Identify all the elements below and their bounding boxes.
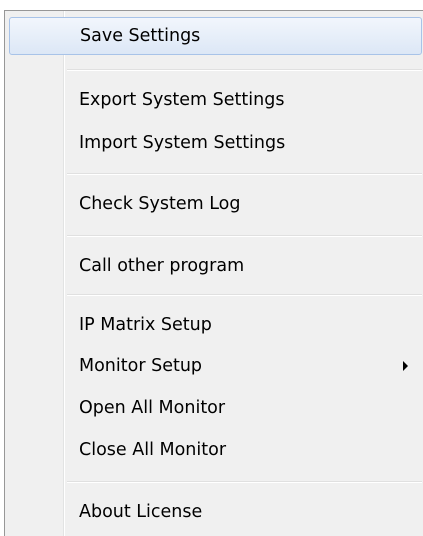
menu-item-export-system-settings[interactable]: Export System Settings (9, 81, 422, 119)
menu-item-label: About License (79, 502, 203, 522)
menu-item-label: Monitor Setup (79, 356, 203, 376)
menu-item-import-system-settings[interactable]: Import System Settings (9, 124, 422, 162)
menu-item-label: Export System Settings (79, 90, 285, 110)
menu-item-ip-matrix-setup[interactable]: IP Matrix Setup (9, 306, 422, 344)
menu-separator (67, 69, 422, 71)
menu-separator (67, 235, 422, 237)
menu-item-label: Check System Log (79, 194, 241, 214)
context-menu: Save Settings Export System Settings Imp… (4, 10, 423, 536)
menu-separator (67, 294, 422, 296)
menu-item-label: Save Settings (80, 26, 201, 46)
menu-item-call-other-program[interactable]: Call other program (9, 247, 422, 285)
menu-item-open-all-monitor[interactable]: Open All Monitor (9, 389, 422, 427)
menu-item-monitor-setup[interactable]: Monitor Setup (9, 347, 422, 385)
menu-item-label: IP Matrix Setup (79, 315, 212, 335)
menu-item-save-settings[interactable]: Save Settings (9, 17, 422, 55)
menu-item-label: Open All Monitor (79, 398, 226, 418)
menu-item-check-system-log[interactable]: Check System Log (9, 185, 422, 223)
menu-item-about-license[interactable]: About License (9, 493, 422, 531)
menu-item-close-all-monitor[interactable]: Close All Monitor (9, 431, 422, 469)
menu-item-label: Import System Settings (79, 133, 286, 153)
menu-item-label: Close All Monitor (79, 440, 227, 460)
menu-separator (67, 481, 422, 483)
submenu-arrow-icon (403, 361, 408, 371)
menu-item-label: Call other program (79, 256, 245, 276)
menu-separator (67, 173, 422, 175)
